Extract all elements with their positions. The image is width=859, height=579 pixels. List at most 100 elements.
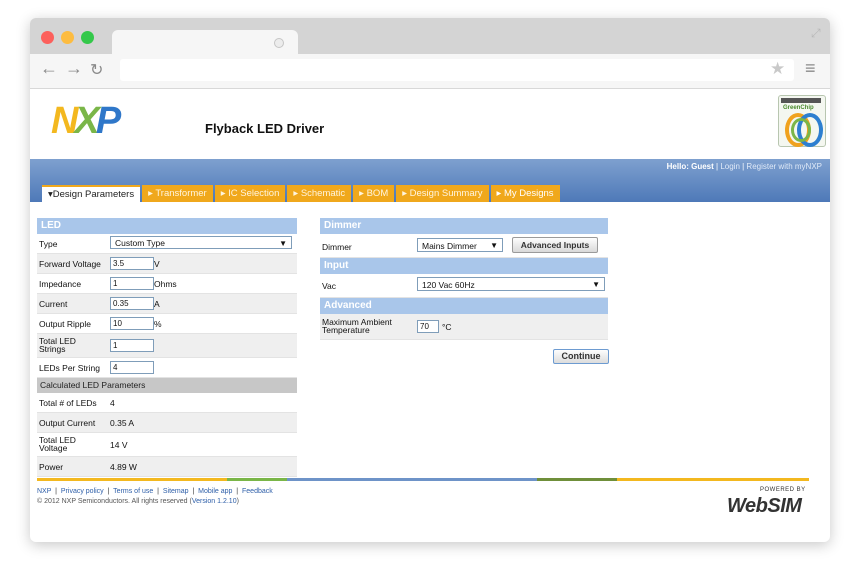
hello-text: Hello: Guest — [666, 162, 714, 171]
led-type-select[interactable]: Custom Type ▼ — [110, 236, 292, 249]
output-ripple-label: Output Ripple — [39, 319, 91, 329]
footer-links: NXP | Privacy policy | Terms of use | Si… — [37, 488, 273, 495]
output-ripple-input[interactable]: 10 — [110, 317, 154, 330]
page-title: Flyback LED Driver — [205, 121, 325, 136]
temperature-unit: °C — [442, 322, 452, 332]
input-section-header: Input — [320, 258, 608, 274]
power-label: Power — [39, 462, 64, 472]
output-ripple-unit: % — [154, 319, 162, 329]
output-current-value: 0.35 A — [110, 418, 135, 428]
forward-voltage-row: Forward Voltage 3.5 V — [37, 254, 297, 274]
temperature-input[interactable]: 70 — [417, 320, 439, 333]
footer-link-mobile[interactable]: Mobile app — [198, 488, 232, 495]
address-bar[interactable] — [120, 59, 794, 81]
type-label: Type — [39, 239, 58, 249]
tab-transformer[interactable]: ▸ Transformer — [142, 185, 213, 202]
forward-voltage-label: Forward Voltage — [39, 259, 101, 269]
close-window-icon[interactable] — [41, 31, 54, 44]
temperature-label: Maximum Ambient Temperature — [322, 318, 392, 335]
tab-my-designs[interactable]: ▸ My Designs — [490, 185, 560, 202]
tab-ic-selection[interactable]: ▸ IC Selection — [214, 185, 286, 202]
browser-titlebar: ⤢ — [30, 18, 830, 54]
dimmer-input-panel: Dimmer Dimmer Mains Dimmer ▼ Advanced Inp… — [320, 218, 609, 364]
copyright-text: © 2012 NXP Semiconductors. All rights re… — [37, 498, 188, 505]
led-section-header: LED — [37, 218, 297, 234]
power-value: 4.89 W — [110, 462, 137, 472]
account-links: Hello: Guest | Login | Register with myN… — [666, 162, 822, 171]
badge-text: GreenChip — [783, 105, 814, 111]
footer-link-privacy[interactable]: Privacy policy — [61, 488, 104, 495]
nxp-logo[interactable]: NXP — [51, 100, 121, 142]
powered-by-label: POWERED BY — [760, 487, 806, 493]
copyright: © 2012 NXP Semiconductors. All rights re… — [37, 498, 239, 505]
current-unit: A — [154, 299, 160, 309]
websim-logo[interactable]: WebSIM — [727, 495, 802, 518]
tab-design-summary[interactable]: ▸ Design Summary — [396, 185, 489, 202]
fullscreen-icon[interactable]: ⤢ — [811, 26, 821, 41]
footer-link-nxp[interactable]: NXP — [37, 488, 51, 495]
total-leds-row: Total # of LEDs 4 — [37, 393, 297, 413]
tab-schematic[interactable]: ▸ Schematic — [287, 185, 352, 202]
forward-voltage-unit: V — [154, 259, 160, 269]
footer-divider — [37, 478, 809, 481]
forward-arrow-icon[interactable]: → — [65, 58, 83, 79]
vac-select[interactable]: 120 Vac 60Hz ▼ — [417, 277, 605, 291]
tab-label: My Designs — [503, 188, 554, 199]
reload-icon[interactable]: ↻ — [90, 60, 103, 80]
current-row: Current 0.35 A — [37, 294, 297, 314]
current-input[interactable]: 0.35 — [110, 297, 154, 310]
leds-per-string-row: LEDs Per String 4 — [37, 358, 297, 378]
chevron-down-icon: ▼ — [592, 280, 600, 289]
impedance-unit: Ohms — [154, 279, 177, 289]
star-icon[interactable]: ★ — [770, 59, 785, 79]
tab-label: BOM — [366, 188, 389, 199]
tab-label: Transformer — [155, 188, 207, 199]
dimmer-select[interactable]: Mains Dimmer ▼ — [417, 238, 503, 252]
back-arrow-icon[interactable]: ← — [40, 58, 58, 79]
forward-voltage-input[interactable]: 3.5 — [110, 257, 154, 270]
divider-segment-yellow-2 — [617, 478, 809, 481]
tab-design-parameters[interactable]: ▾Design Parameters — [42, 185, 141, 202]
footer-link-feedback[interactable]: Feedback — [242, 488, 273, 495]
chevron-down-icon: ▼ — [279, 239, 287, 248]
tab-label: Schematic — [300, 188, 346, 199]
tab-label: Design Summary — [409, 188, 483, 199]
design-tabs: ▾Design Parameters ▸ Transformer ▸ IC Se… — [42, 185, 562, 202]
power-row: Power 4.89 W — [37, 457, 297, 477]
total-voltage-label: Total LED Voltage — [39, 436, 76, 453]
continue-button[interactable]: Continue — [553, 349, 609, 364]
leds-per-string-label: LEDs Per String — [39, 363, 100, 373]
hamburger-menu-icon[interactable]: ≡ — [805, 58, 816, 79]
advanced-inputs-button[interactable]: Advanced Inputs — [512, 237, 598, 253]
impedance-input[interactable]: 1 — [110, 277, 154, 290]
tab-close-icon[interactable] — [274, 38, 284, 48]
output-current-row: Output Current 0.35 A — [37, 413, 297, 433]
maximize-window-icon[interactable] — [81, 31, 94, 44]
total-strings-label-line2: Strings — [39, 344, 66, 354]
total-strings-input[interactable]: 1 — [110, 339, 154, 352]
tab-label: IC Selection — [228, 188, 280, 199]
divider-segment-blue — [287, 478, 537, 481]
impedance-label: Impedance — [39, 279, 82, 289]
leds-per-string-input[interactable]: 4 — [110, 361, 154, 374]
total-voltage-value: 14 V — [110, 440, 128, 450]
temperature-row: Maximum Ambient Temperature 70 °C — [320, 314, 608, 340]
dimmer-row: Dimmer Mains Dimmer ▼ Advanced Inputs — [320, 234, 608, 258]
total-leds-value: 4 — [110, 398, 115, 408]
current-label: Current — [39, 299, 68, 309]
tab-bom[interactable]: ▸ BOM — [353, 185, 395, 202]
total-voltage-label-line2: Voltage — [39, 443, 68, 453]
total-strings-row: Total LED Strings 1 — [37, 334, 297, 358]
version-link[interactable]: Version 1.2.10 — [192, 498, 237, 505]
browser-tab[interactable] — [112, 30, 298, 54]
login-link[interactable]: Login — [720, 162, 740, 171]
footer-link-sitemap[interactable]: Sitemap — [163, 488, 189, 495]
minimize-window-icon[interactable] — [61, 31, 74, 44]
vac-label: Vac — [322, 281, 337, 291]
footer-link-terms[interactable]: Terms of use — [113, 488, 153, 495]
divider-segment-olive — [537, 478, 617, 481]
dimmer-value: Mains Dimmer — [422, 241, 477, 251]
register-link[interactable]: Register with myNXP — [746, 162, 822, 171]
logo-letter-x: X — [74, 100, 99, 142]
advanced-section-header: Advanced — [320, 298, 608, 314]
